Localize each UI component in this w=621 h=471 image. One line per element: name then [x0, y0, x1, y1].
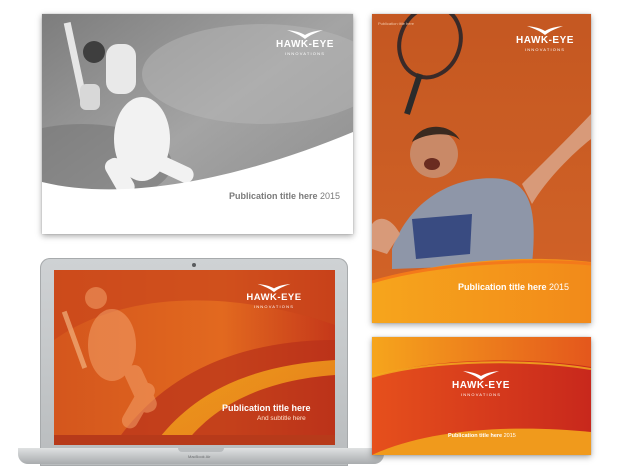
hawk-eye-logo: HAWK-EYE INNOVATIONS — [270, 28, 340, 56]
laptop-base: MacBook Air — [18, 448, 384, 464]
publication-subtitle: And subtitle here — [257, 415, 306, 422]
title-text: Publication title here — [229, 191, 318, 201]
mockup-landscape-grayscale: HAWK-EYE INNOVATIONS Publication title h… — [42, 14, 353, 234]
mockup-portrait-orange: Publication title here HAWK-EYE INNOVATI… — [372, 14, 591, 323]
publication-title: Publication title here 2015 — [458, 282, 569, 292]
hawk-eye-logo: HAWK-EYE INNOVATIONS — [446, 369, 516, 397]
laptop-notch — [178, 448, 224, 452]
laptop-camera — [192, 263, 196, 267]
publication-title: Publication title here 2015 — [448, 433, 516, 439]
small-publication-label: Publication title here — [378, 21, 415, 26]
brand-name: HAWK-EYE — [452, 380, 510, 391]
title-text: Publication title here — [448, 433, 503, 439]
brand-name: HAWK-EYE — [246, 292, 302, 303]
hawk-eye-logo: HAWK-EYE INNOVATIONS — [510, 24, 580, 52]
brand-name: HAWK-EYE — [516, 35, 574, 46]
publication-title: Publication title here — [222, 403, 311, 413]
year-text: 2015 — [503, 433, 516, 439]
device-label: MacBook Air — [188, 454, 211, 459]
brand-tagline: INNOVATIONS — [253, 303, 295, 309]
laptop-screen: HAWK-EYE INNOVATIONS Publication title h… — [54, 270, 335, 445]
publication-title: Publication title here 2015 — [229, 191, 340, 201]
brand-tagline: INNOVATIONS — [460, 392, 502, 397]
year-text: 2015 — [320, 191, 341, 201]
helmet — [83, 41, 105, 63]
year-text: 2015 — [549, 282, 570, 292]
brand-tagline: INNOVATIONS — [524, 47, 566, 52]
hawk-eye-logo: HAWK-EYE INNOVATIONS — [239, 282, 309, 309]
mockup-banner-orange: HAWK-EYE INNOVATIONS Publication title h… — [372, 337, 591, 455]
title-text: Publication title here — [458, 282, 547, 292]
tennis-photo — [372, 14, 591, 323]
brand-tagline: INNOVATIONS — [284, 51, 326, 56]
brand-name: HAWK-EYE — [276, 39, 334, 50]
